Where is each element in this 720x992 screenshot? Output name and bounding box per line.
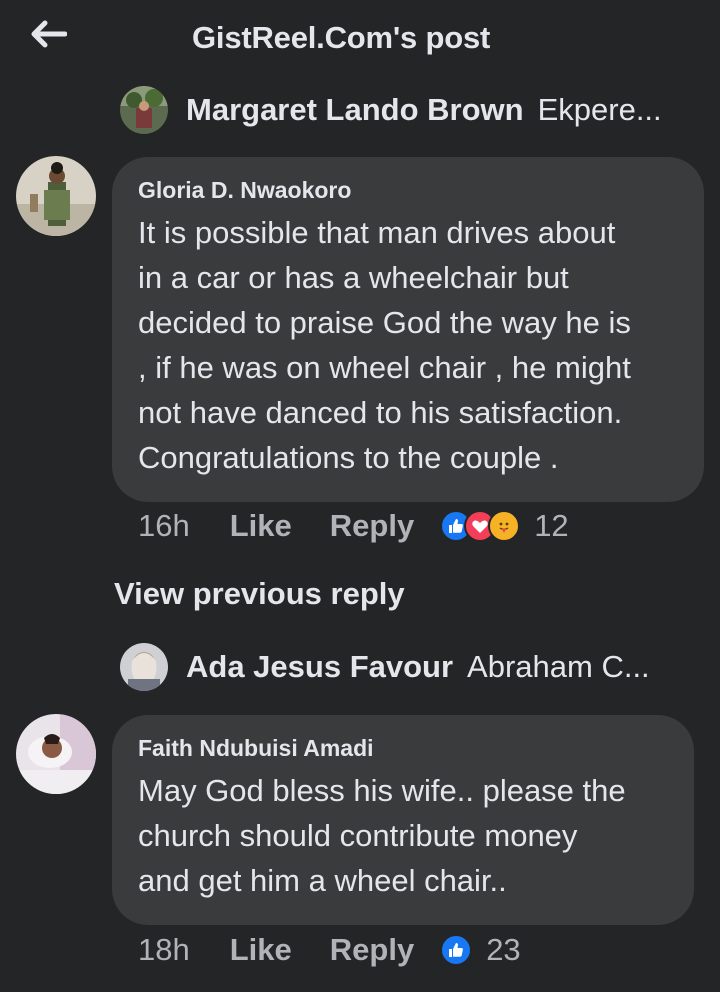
timestamp[interactable]: 18h <box>138 932 190 968</box>
avatar[interactable] <box>120 643 168 691</box>
comment-author-name[interactable]: Gloria D. Nwaokoro <box>138 177 678 204</box>
comment-line: It is possible that man drives about <box>138 215 616 250</box>
timestamp[interactable]: 16h <box>138 508 190 544</box>
reaction-count[interactable]: 12 <box>534 508 568 544</box>
avatar[interactable] <box>120 86 168 134</box>
arrow-left-icon <box>31 20 67 48</box>
comment-line: , if he was on wheel chair , he might <box>138 350 631 385</box>
reply-button[interactable]: Reply <box>330 508 414 544</box>
view-previous-reply-link[interactable]: View previous reply <box>114 576 405 612</box>
comment-line: Congratulations to the couple . <box>138 440 559 475</box>
comment-text: It is possible that man drives about in … <box>138 210 678 480</box>
reactions[interactable] <box>440 510 521 542</box>
comment-line: in a car or has a wheelchair but <box>138 260 569 295</box>
top-bar: GistReel.Com's post <box>0 0 720 78</box>
like-button[interactable]: Like <box>230 932 292 968</box>
care-emoji-icon <box>488 510 521 542</box>
reply-author-name[interactable]: Ada Jesus Favour <box>186 649 453 685</box>
comment-author-name[interactable]: Faith Ndubuisi Amadi <box>138 735 668 762</box>
reply-snippet[interactable]: Ekpere... <box>538 92 662 128</box>
avatar[interactable] <box>16 156 96 236</box>
comment-text: May God bless his wife.. please the chur… <box>138 768 668 903</box>
comment-line: church should contribute money <box>138 818 578 853</box>
comment-line: not have danced to his satisfaction. <box>138 395 623 430</box>
comment-actions: 18h Like Reply 23 <box>138 932 521 968</box>
thumbs-up-icon <box>440 934 473 966</box>
comment-line: May God bless his wife.. please the <box>138 773 626 808</box>
comment-line: and get him a wheel chair.. <box>138 863 507 898</box>
reactions[interactable] <box>440 934 473 966</box>
reply-snippet[interactable]: Abraham C... <box>467 649 650 685</box>
reply-preview[interactable]: Ada Jesus Favour Abraham C... <box>120 641 650 693</box>
back-button[interactable] <box>26 14 70 54</box>
comment-line: decided to praise God the way he is <box>138 305 631 340</box>
reply-button[interactable]: Reply <box>330 932 414 968</box>
comment-bubble[interactable]: Gloria D. Nwaokoro It is possible that m… <box>112 157 704 502</box>
reply-preview[interactable]: Margaret Lando Brown Ekpere... <box>120 84 662 136</box>
reply-author-name[interactable]: Margaret Lando Brown <box>186 92 524 128</box>
comment-bubble[interactable]: Faith Ndubuisi Amadi May God bless his w… <box>112 715 694 925</box>
like-button[interactable]: Like <box>230 508 292 544</box>
comment-actions: 16h Like Reply 12 <box>138 508 569 544</box>
reaction-count[interactable]: 23 <box>486 932 520 968</box>
page-title: GistReel.Com's post <box>192 20 491 55</box>
avatar[interactable] <box>16 714 96 794</box>
